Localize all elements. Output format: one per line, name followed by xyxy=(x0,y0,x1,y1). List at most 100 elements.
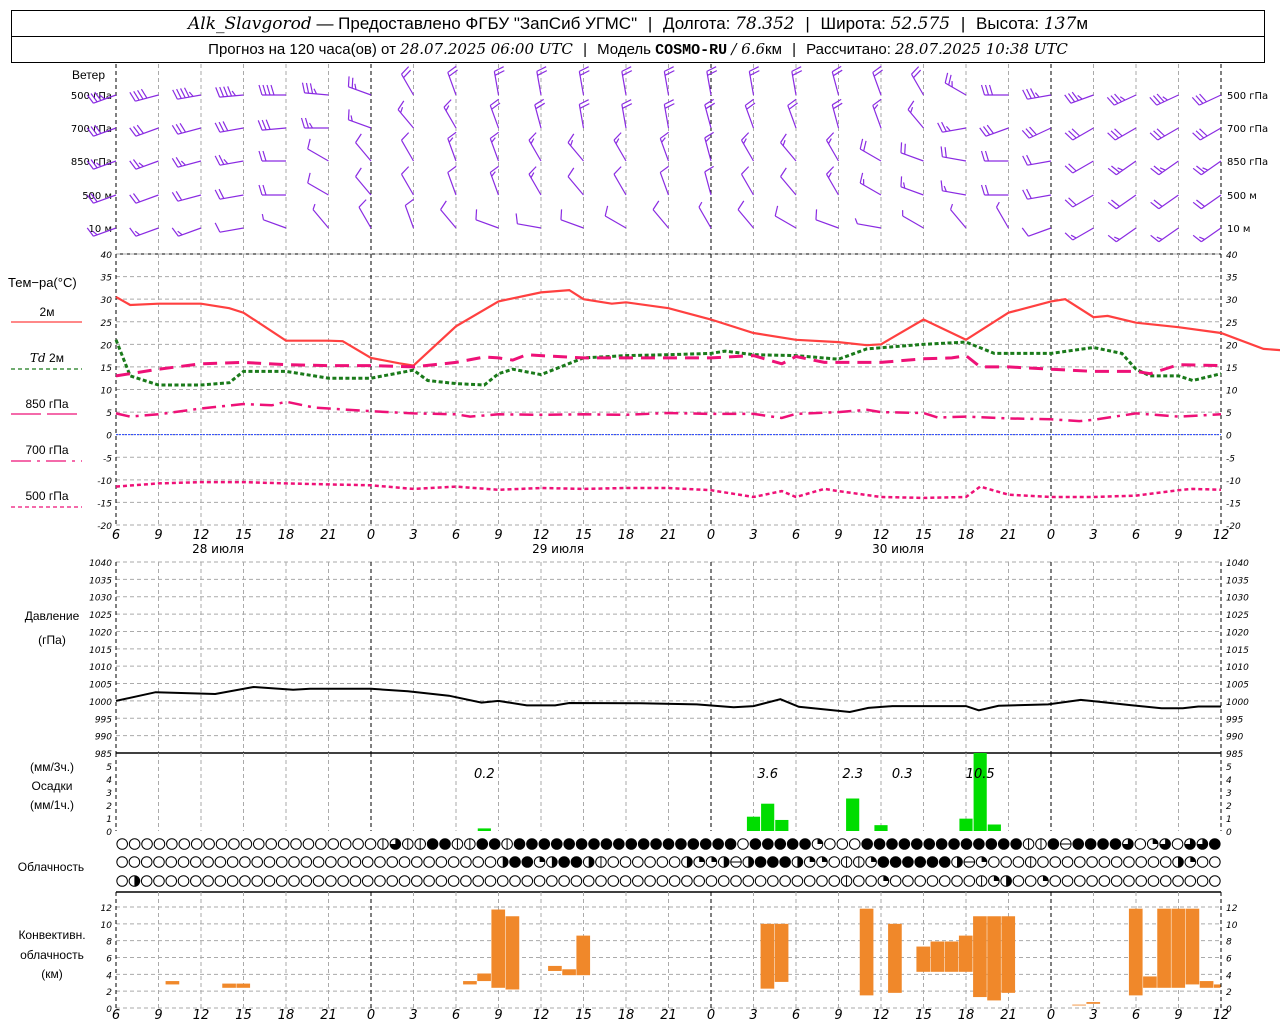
cloud-circle xyxy=(997,838,1010,850)
cloud-cover-symbol xyxy=(1022,838,1035,850)
cloud-cover-symbol xyxy=(312,856,325,868)
cloud-cover-symbol xyxy=(1209,856,1221,868)
wind-barb-feather xyxy=(475,209,478,220)
precip-panel-label: Осадки xyxy=(31,779,73,793)
precip-bar xyxy=(761,803,775,831)
y-tick-label-right: 1000 xyxy=(1226,698,1249,708)
cloud-circle xyxy=(1171,838,1184,850)
x-tick-label: 21 xyxy=(660,528,677,543)
wind-barb xyxy=(1107,127,1137,141)
x-tick-label: 18 xyxy=(618,528,635,543)
cloud-circle xyxy=(398,875,411,887)
cloud-cover-symbol xyxy=(1123,856,1135,868)
cloud-cover-symbol xyxy=(754,875,767,887)
cloud-cover-symbol xyxy=(975,875,988,887)
wind-barb xyxy=(129,159,159,170)
wind-barb-feather xyxy=(1034,92,1040,98)
cloud-circle xyxy=(1208,838,1221,850)
wind-barb xyxy=(621,99,633,129)
cloud-cover-symbol xyxy=(277,838,290,850)
y-tick-label-left: 3 xyxy=(106,789,112,799)
cloud-circle xyxy=(165,856,178,868)
cloud-cover-symbol xyxy=(337,875,349,887)
y-tick-label-left: 6 xyxy=(106,955,112,965)
cloud-cover-symbol xyxy=(926,856,939,868)
cloud-cover-symbol xyxy=(840,856,853,868)
precip-1h-unit: (мм/1ч.) xyxy=(29,798,75,812)
wind-barb-feather xyxy=(940,146,943,157)
y-tick-label-right: 1010 xyxy=(1226,663,1249,673)
convective-cloud-bar xyxy=(222,983,236,988)
cloud-cover-symbol xyxy=(401,838,414,850)
cloud-cover-symbol xyxy=(128,838,141,850)
cloud-circle xyxy=(215,838,228,850)
cloud-cover-symbol xyxy=(1072,838,1085,850)
cloud-circle xyxy=(263,856,276,868)
cloud-cover-symbol xyxy=(730,856,742,868)
wind-barb-staff xyxy=(737,209,754,229)
cloud-cover-symbol xyxy=(803,875,816,887)
cloud-cover-symbol xyxy=(811,838,824,850)
cloud-circle xyxy=(699,838,712,850)
cloud-cover-symbol xyxy=(786,838,799,850)
pressure-unit-label: (гПа) xyxy=(38,633,66,647)
y-tick-label-right: 15 xyxy=(1226,364,1238,374)
wind-barb-feather xyxy=(134,230,141,236)
wind-barb-feather xyxy=(904,143,906,155)
cloud-circle xyxy=(1147,875,1160,887)
wind-barb-feather xyxy=(741,132,750,141)
wind-barb-staff xyxy=(307,182,329,196)
cloud-circle xyxy=(1135,856,1147,868)
y-tick-label-left: 1040 xyxy=(89,559,112,569)
wind-barb-feather xyxy=(652,200,660,210)
wind-barb-staff xyxy=(857,223,882,229)
cloud-cover-symbol xyxy=(414,838,426,850)
wind-barb xyxy=(780,167,797,196)
cloud-cover-symbol xyxy=(938,856,951,868)
convective-cloud-bar xyxy=(477,973,491,982)
cloud-cover-symbol xyxy=(1196,856,1209,868)
cloud-cover-symbol xyxy=(177,875,190,887)
cloud-cover-symbol xyxy=(1084,838,1097,850)
cloud-circle xyxy=(873,838,886,850)
wind-barb xyxy=(910,66,925,96)
cloud-circle xyxy=(1209,875,1221,887)
wind-barb-feather xyxy=(308,122,314,129)
wind-barb-feather xyxy=(872,98,882,106)
wind-barb-feather xyxy=(351,77,354,89)
wind-barb xyxy=(815,209,839,229)
cloud-cover-symbol xyxy=(312,875,325,887)
cloud-circle xyxy=(202,856,214,868)
convective-cloud-bar xyxy=(1213,984,1221,988)
cloud-circle xyxy=(239,875,251,887)
cloud-cover-symbol xyxy=(1184,875,1197,887)
cloud-cover-symbol xyxy=(644,856,656,868)
wind-barb-feather xyxy=(261,213,265,220)
y-tick-label-right: 1025 xyxy=(1226,611,1249,621)
cloud-cover-symbol xyxy=(923,838,936,850)
wind-barb xyxy=(748,66,760,96)
cloud-circle xyxy=(1000,856,1012,868)
y-tick-label-left: 1015 xyxy=(89,646,112,656)
cloud-cover-symbol xyxy=(1159,856,1172,868)
cloud-cover-symbol xyxy=(288,875,300,887)
cloud-circle xyxy=(914,856,926,868)
cloud-cover-symbol xyxy=(546,856,558,868)
convective-cloud-bar xyxy=(944,941,959,972)
wind-barb-feather xyxy=(218,121,225,132)
cloud-cover-symbol xyxy=(214,856,227,868)
wind-barb-feather xyxy=(579,103,590,109)
wind-barb-feather xyxy=(528,166,537,175)
wind-barb xyxy=(980,150,1009,162)
x-tick-label: 3 xyxy=(749,528,757,543)
cloud-circle xyxy=(1147,856,1160,868)
wind-barb-feather xyxy=(826,132,835,141)
x-tick-label: 6 xyxy=(452,528,460,543)
wind-barb-feather xyxy=(401,166,410,175)
x-tick-label: 12 xyxy=(193,1008,210,1023)
wind-barb-staff xyxy=(404,205,415,229)
wind-barb-feather xyxy=(980,84,986,96)
wind-barb-feather xyxy=(1192,234,1202,243)
x-tick-label: 0 xyxy=(367,528,375,543)
cloud-circle xyxy=(1074,875,1086,887)
